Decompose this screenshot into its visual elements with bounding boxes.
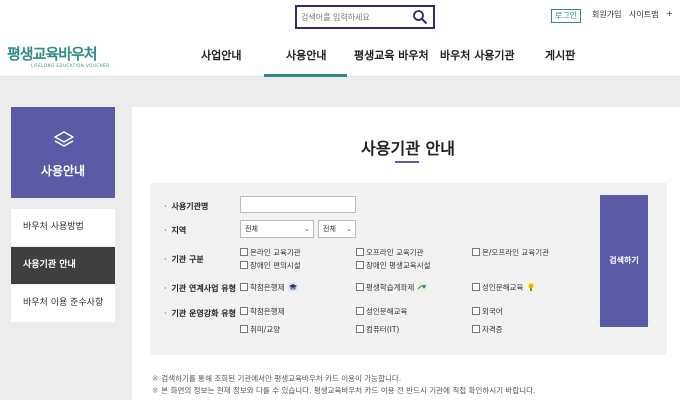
nav-item-institutions[interactable]: 바우처 사용기관 xyxy=(440,47,515,63)
logo-text: 평생교육바우처 xyxy=(7,45,98,63)
checkbox-adult-literacy[interactable]: 성인문해교육 xyxy=(472,282,537,293)
adult-literacy-icon xyxy=(526,282,537,292)
checkbox-computer[interactable]: 컴퓨터(IT) xyxy=(356,324,399,335)
credit-bank-icon xyxy=(287,282,298,292)
site-logo[interactable]: 평생교육바우처 LIFELONG EDUCATION VOUCHER xyxy=(7,43,119,73)
search-input[interactable] xyxy=(301,10,406,25)
label-institution-type: · 기관 구분 xyxy=(164,255,204,264)
signup-link[interactable]: 회원가입 xyxy=(592,9,621,20)
checkbox-learning-account[interactable]: 평생학습계좌제 xyxy=(356,282,428,293)
checkbox-strength-literacy[interactable]: 성인문해교육 xyxy=(356,306,407,317)
label-strength-type: · 기관 운영강화 유형 xyxy=(164,309,236,318)
login-button[interactable]: 로그인 xyxy=(551,9,581,23)
region-select-2[interactable]: 전체 ⌄ xyxy=(318,220,356,238)
search-button[interactable]: 검색하기 xyxy=(600,195,648,327)
checkbox-credit-bank[interactable]: 학점은행제 xyxy=(240,282,298,293)
institution-name-input[interactable] xyxy=(240,196,356,213)
search-icon[interactable] xyxy=(412,9,428,25)
checkbox-disabled-lifelong[interactable]: 장애인 평생교육시설 xyxy=(356,260,430,271)
nav-item-voucher[interactable]: 평생교육 바우처 xyxy=(354,47,429,63)
checkbox-strength-credit-bank[interactable]: 학점은행제 xyxy=(240,306,285,317)
nav-active-indicator xyxy=(264,74,347,77)
sitemap-link[interactable]: 사이트맵 xyxy=(629,9,658,20)
checkbox-online[interactable]: 온라인 교육기관 xyxy=(240,247,301,258)
region-select-1[interactable]: 전체 ⌄ xyxy=(240,220,314,238)
checkbox-disabled-facility[interactable]: 장애인 편의시설 xyxy=(240,260,301,271)
layers-icon xyxy=(54,131,74,149)
search-form: · 사용기관명 · 지역 전체 ⌄ 전체 ⌄ · 기관 구분 온라인 교육기관 오프라인 … xyxy=(150,183,667,355)
sidebar-item-institution-guide[interactable]: 사용기관 안내 xyxy=(11,247,115,284)
note-1: ※ 검색하기를 통해 조회된 기관에서만 평생교육바우처 카드 이용이 가능합니다… xyxy=(152,374,402,383)
main-content: 사용기관 안내 · 사용기관명 · 지역 전체 ⌄ 전체 ⌄ · 기관 구분 온라인 교육… xyxy=(132,107,680,400)
search-box xyxy=(295,5,435,29)
title-underline xyxy=(395,161,419,163)
sidebar-item-compliance[interactable]: 바우처 이용 준수사항 xyxy=(11,285,115,322)
top-bar: 로그인 회원가입 사이트맵 + xyxy=(0,0,680,33)
label-region: · 지역 xyxy=(164,226,187,235)
nav-item-usage[interactable]: 사용안내 xyxy=(286,47,326,63)
checkbox-foreign-language[interactable]: 외국어 xyxy=(472,306,503,317)
page-title: 사용기관 안내 xyxy=(361,139,455,158)
sidebar-title: 사용안내 xyxy=(40,164,86,178)
nav-item-business[interactable]: 사업안내 xyxy=(201,47,241,63)
label-institution-name: · 사용기관명 xyxy=(164,202,209,211)
learning-account-icon xyxy=(417,282,428,292)
sidebar-item-voucher-usage[interactable]: 바우처 사용방법 xyxy=(11,209,115,246)
checkbox-on-offline[interactable]: 온/오프라인 교육기관 xyxy=(472,247,549,258)
note-2: ※ 본 화면의 정보는 현재 정보와 다를 수 있습니다. 평생교육바우처 카드 … xyxy=(152,386,536,395)
checkbox-certificate[interactable]: 자격증 xyxy=(472,324,503,335)
checkbox-offline[interactable]: 오프라인 교육기관 xyxy=(356,247,424,258)
nav-item-board[interactable]: 게시판 xyxy=(545,47,575,63)
checkbox-hobby[interactable]: 취미/교양 xyxy=(240,324,280,335)
plus-icon[interactable]: + xyxy=(666,9,673,18)
sidebar-header: 사용안내 xyxy=(11,107,115,198)
main-header: 평생교육바우처 LIFELONG EDUCATION VOUCHER 사업안내 … xyxy=(0,33,680,77)
logo-subtext: LIFELONG EDUCATION VOUCHER xyxy=(31,63,110,68)
label-link-type: · 기관 연계사업 유형 xyxy=(164,284,236,293)
